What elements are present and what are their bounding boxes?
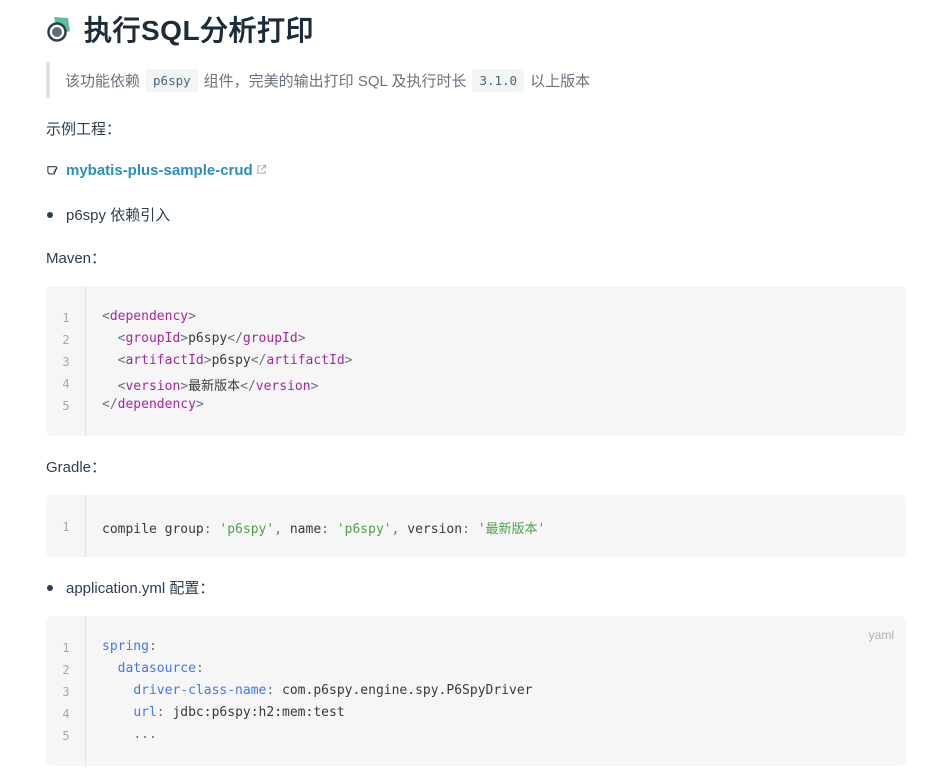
example-link-text[interactable]: mybatis-plus-sample-crud [66, 162, 253, 179]
code-line: compile group: 'p6spy', name: 'p6spy', v… [102, 522, 546, 537]
example-link[interactable]: mybatis-plus-sample-crud [46, 161, 267, 180]
example-label: 示例工程： [46, 121, 122, 138]
code-line: datasource: [117, 661, 204, 676]
line-number: 3 [62, 685, 70, 699]
gradle-label: Gradle： [46, 459, 107, 476]
list-item-p6spy: p6spy 依赖引入 [46, 204, 170, 225]
line-number-gutter: 1 2 3 4 5 [46, 286, 86, 436]
inline-code-p6spy: p6spy [146, 68, 198, 92]
line-number: 4 [62, 377, 70, 391]
list-item-text: application.yml 配置： [66, 580, 215, 597]
code-line: url: jdbc:p6spy:h2:mem:test [133, 705, 345, 720]
code-line: <groupId>p6spy</groupId> [117, 331, 306, 346]
tip-text-middle: 组件，完美的输出打印 SQL 及执行时长 [203, 72, 467, 90]
line-number: 3 [62, 355, 70, 369]
brand-icon [46, 15, 74, 43]
list-item-text: p6spy 依赖引入 [66, 207, 171, 224]
line-number-gutter: 1 [46, 495, 86, 557]
line-number: 2 [62, 663, 70, 677]
gradle-code-block: 1 compile group: 'p6spy', name: 'p6spy',… [46, 495, 906, 557]
code-line: spring: [102, 639, 157, 654]
line-number-gutter: 1 2 3 4 5 [46, 616, 86, 766]
line-number: 1 [62, 520, 70, 534]
external-link-icon [256, 162, 267, 179]
tip-text-before: 该功能依赖 [65, 72, 141, 90]
tip-block: 该功能依赖 p6spy 组件，完美的输出打印 SQL 及执行时长 3.1.0 以… [46, 62, 904, 98]
code-language-label: yaml [868, 628, 894, 642]
code-line: <version>最新版本</version> [117, 379, 319, 394]
line-number: 5 [62, 729, 70, 743]
code-line: </dependency> [102, 397, 204, 412]
line-number: 4 [62, 707, 70, 721]
bullet-dot [47, 211, 53, 218]
code-line: <dependency> [102, 309, 196, 324]
title-text: 执行SQL分析打印 [84, 15, 315, 46]
bullet-dot [47, 584, 53, 591]
yaml-code-block: yaml 1 2 3 4 5 spring: datasource: drive… [46, 616, 906, 766]
line-number: 2 [62, 333, 70, 347]
tip-text-after: 以上版本 [530, 72, 591, 90]
page-title: 执行SQL分析打印 [46, 9, 314, 49]
code-line: ... [133, 727, 157, 742]
pointing-hand-icon [46, 161, 61, 180]
code-line: driver-class-name: com.p6spy.engine.spy.… [133, 683, 533, 698]
line-number: 5 [62, 399, 70, 413]
line-number: 1 [62, 311, 70, 325]
maven-code-block: 1 2 3 4 5 <dependency> <groupId>p6spy</g… [46, 286, 906, 436]
line-number: 1 [62, 641, 70, 655]
list-item-yaml: application.yml 配置： [46, 577, 214, 598]
inline-code-version: 3.1.0 [472, 68, 525, 92]
maven-label: Maven： [46, 250, 107, 267]
code-line: <artifactId>p6spy</artifactId> [117, 353, 353, 368]
